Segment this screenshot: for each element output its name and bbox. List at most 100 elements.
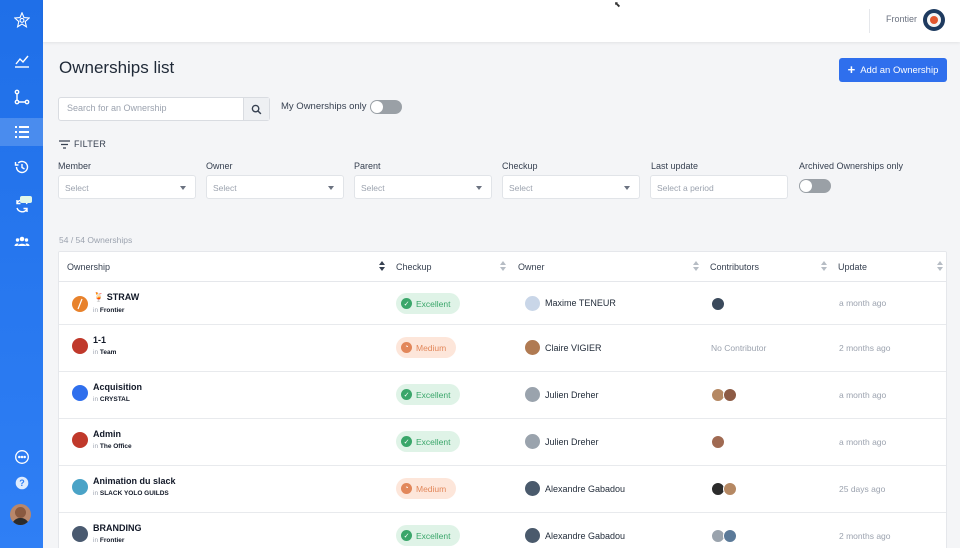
team-icon[interactable]: [0, 227, 43, 255]
table-row[interactable]: BRANDING in Frontier ✓ Excellent Alexandr…: [59, 513, 946, 548]
table-row[interactable]: 🍹 STRAW in Frontier ✓ Excellent Maxime TE…: [59, 283, 946, 325]
chevron-down-icon: [180, 186, 186, 190]
table-row[interactable]: Admin in The Office ✓ Excellent Julien Dr…: [59, 419, 946, 466]
last-update-picker[interactable]: Select a period: [650, 175, 788, 199]
ownership-parent: in Frontier: [93, 307, 124, 314]
checkup-status: Excellent: [416, 530, 451, 541]
chevron-down-icon: [476, 186, 482, 190]
page-title: Ownerships list: [59, 58, 175, 77]
check-icon: ✓: [401, 530, 412, 541]
chevron-down-icon: [624, 186, 630, 190]
filter-toggle[interactable]: FILTER: [59, 139, 106, 149]
ownership-color-icon: [72, 385, 88, 401]
owner-avatar: [525, 481, 540, 496]
branch-icon[interactable]: [0, 83, 43, 111]
checkup-badge: ◔ Medium: [396, 478, 456, 499]
sort-update-icon[interactable]: [937, 261, 943, 272]
ownership-parent-name[interactable]: Frontier: [100, 307, 125, 314]
help-icon[interactable]: ?: [0, 469, 43, 497]
owner-select[interactable]: Select: [206, 175, 344, 199]
parent-select[interactable]: Select: [354, 175, 492, 199]
member-filter-label: Member: [58, 161, 92, 171]
col-contributors[interactable]: Contributors: [710, 262, 759, 272]
update-time: 25 days ago: [839, 484, 886, 494]
contributor-avatar: [723, 388, 737, 402]
ownership-parent-name[interactable]: Team: [100, 349, 117, 356]
last-update-placeholder: Select a period: [657, 183, 714, 193]
col-update[interactable]: Update: [838, 262, 867, 272]
ownership-name[interactable]: 🍹 STRAW: [93, 292, 139, 303]
ownership-name[interactable]: Admin: [93, 429, 121, 439]
sort-checkup-icon[interactable]: [500, 261, 506, 272]
search-input[interactable]: [67, 103, 237, 113]
owner-name[interactable]: Julien Dreher: [545, 390, 599, 400]
history-icon[interactable]: [0, 153, 43, 181]
org-avatar[interactable]: [923, 9, 945, 31]
ownership-name[interactable]: 1-1: [93, 335, 106, 345]
list-icon[interactable]: [0, 118, 43, 146]
ownership-color-icon: [72, 338, 88, 354]
org-name[interactable]: Frontier: [886, 14, 917, 24]
sort-owner-icon[interactable]: [693, 261, 699, 272]
member-select[interactable]: Select: [58, 175, 196, 199]
ownership-name[interactable]: Acquisition: [93, 382, 142, 392]
add-ownership-label: Add an Ownership: [860, 64, 939, 76]
ownership-parent-prefix: in: [93, 490, 99, 497]
chat-icon[interactable]: [0, 443, 43, 471]
sort-ownership-icon[interactable]: [379, 261, 385, 272]
owner-name[interactable]: Alexandre Gabadou: [545, 484, 625, 494]
parent-select-value: Select: [361, 183, 385, 193]
my-ownerships-toggle[interactable]: [370, 100, 402, 114]
mouse-cursor-icon: ⬉: [614, 0, 621, 9]
logo-icon[interactable]: [0, 6, 43, 34]
add-ownership-button[interactable]: + Add an Ownership: [839, 58, 947, 82]
owner-avatar: [525, 387, 540, 402]
ownership-parent-name[interactable]: The Office: [100, 443, 132, 450]
checkup-badge: ◔ Medium: [396, 337, 456, 358]
ownership-name[interactable]: Animation du slack: [93, 476, 176, 486]
col-ownership[interactable]: Ownership: [67, 262, 110, 272]
owner-avatar: [525, 528, 540, 543]
plus-icon: +: [847, 62, 856, 77]
user-avatar[interactable]: [10, 504, 31, 525]
check-icon: ✓: [401, 436, 412, 447]
sort-contributors-icon[interactable]: [821, 261, 827, 272]
owner-avatar: [525, 434, 540, 449]
filter-icon: [59, 139, 70, 149]
ownership-parent-name[interactable]: SLACK YOLO GUILDS: [100, 490, 169, 497]
no-contributor-text: No Contributor: [711, 343, 767, 353]
checkup-status: Excellent: [416, 389, 451, 400]
owner-filter-label: Owner: [206, 161, 233, 171]
ownership-parent-prefix: in: [93, 307, 99, 314]
topbar-divider: [869, 9, 870, 33]
ownership-parent: in Frontier: [93, 537, 124, 544]
search-icon: [251, 104, 262, 114]
ownership-parent-name[interactable]: Frontier: [100, 537, 125, 544]
archived-filter-label: Archived Ownerships only: [799, 161, 904, 171]
ownership-name[interactable]: BRANDING: [93, 523, 142, 533]
owner-name[interactable]: Claire VIGIER: [545, 343, 602, 353]
checkup-status: Medium: [416, 342, 447, 353]
ownerships-count: 54 / 54 Ownerships: [59, 235, 133, 245]
owner-avatar: [525, 340, 540, 355]
table-row[interactable]: 1-1 in Team ◔ Medium Claire VIGIER No Con…: [59, 325, 946, 372]
table-row[interactable]: Acquisition in CRYSTAL ✓ Excellent Julien…: [59, 372, 946, 419]
member-select-value: Select: [65, 183, 89, 193]
owner-name[interactable]: Julien Dreher: [545, 437, 599, 447]
ownership-color-icon: [72, 296, 88, 312]
contributor-avatar: [711, 297, 725, 311]
col-checkup[interactable]: Checkup: [396, 262, 432, 272]
checkup-badge: ✓ Excellent: [396, 525, 460, 546]
search-button[interactable]: [243, 98, 269, 120]
filter-label: FILTER: [74, 139, 107, 149]
owner-name[interactable]: Maxime TENEUR: [545, 298, 616, 308]
archived-toggle[interactable]: [799, 179, 831, 193]
table-row[interactable]: Animation du slack in SLACK YOLO GUILDS …: [59, 466, 946, 513]
ownership-parent: in SLACK YOLO GUILDS: [93, 490, 169, 497]
gauge-icon: ◔: [401, 342, 412, 353]
checkup-select[interactable]: Select: [502, 175, 640, 199]
ownership-parent-name[interactable]: CRYSTAL: [100, 396, 130, 403]
col-owner[interactable]: Owner: [518, 262, 545, 272]
owner-name[interactable]: Alexandre Gabadou: [545, 531, 625, 541]
chart-icon[interactable]: [0, 47, 43, 75]
